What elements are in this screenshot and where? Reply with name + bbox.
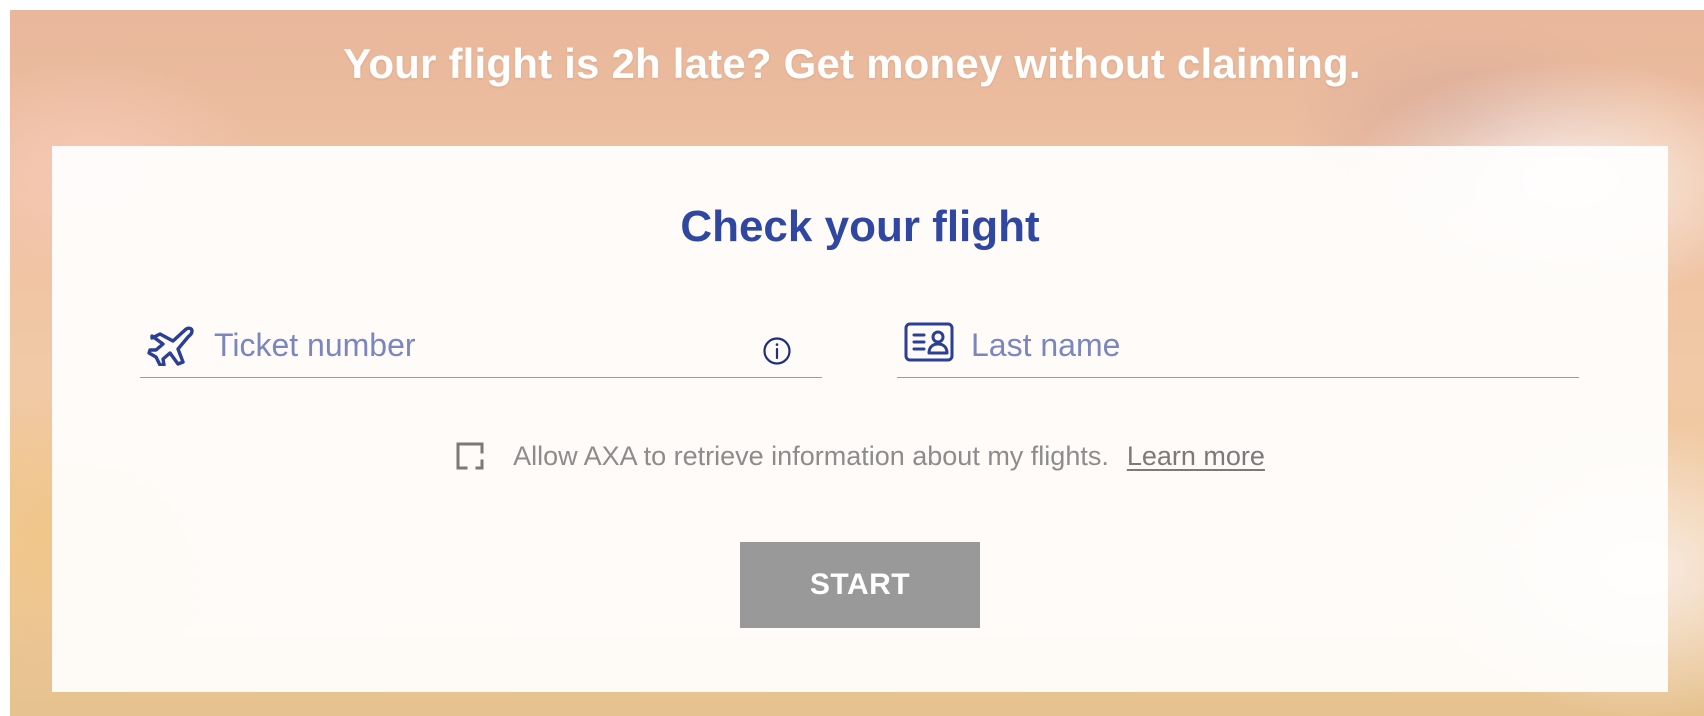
id-card-icon xyxy=(903,320,955,364)
check-flight-card: Check your flight Ticket number Last nam… xyxy=(52,146,1668,692)
consent-checkbox[interactable] xyxy=(455,441,485,471)
airplane-icon xyxy=(146,322,196,367)
consent-row: Allow AXA to retrieve information about … xyxy=(52,436,1668,476)
start-button[interactable]: START xyxy=(740,542,980,628)
form-title: Check your flight xyxy=(680,202,1040,251)
last-name-input[interactable] xyxy=(971,324,1491,366)
page-headline: Your flight is 2h late? Get money withou… xyxy=(343,40,1361,87)
last-name-field xyxy=(897,314,1579,378)
consent-label: Allow AXA to retrieve information about … xyxy=(513,440,1109,471)
ticket-number-input[interactable] xyxy=(214,324,734,366)
ticket-number-field xyxy=(140,314,822,378)
info-icon[interactable] xyxy=(762,336,792,366)
learn-more-link[interactable]: Learn more xyxy=(1127,441,1265,472)
